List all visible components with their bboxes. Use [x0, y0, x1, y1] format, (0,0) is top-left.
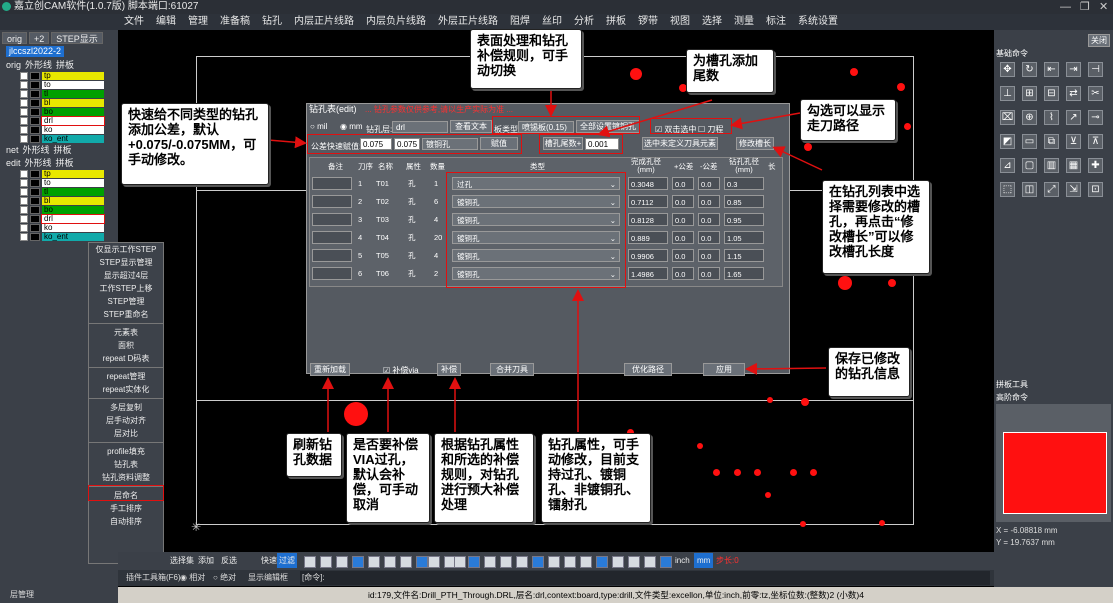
command-tool-icon[interactable]: ⬚ [1000, 182, 1015, 197]
toolbar-tool-icon[interactable] [336, 556, 348, 568]
toolbar-tool-icon[interactable] [454, 556, 466, 568]
command-tool-icon[interactable]: ▭ [1022, 134, 1037, 149]
basic-commands-header: 基础命令 [996, 49, 1028, 58]
toolbar-tool-icon[interactable] [532, 556, 544, 568]
plugin-toolbox-button[interactable]: 插件工具箱(F6) [126, 572, 181, 583]
command-tool-icon[interactable]: ⇲ [1066, 182, 1081, 197]
absolute-radio[interactable]: ○ 绝对 [213, 572, 236, 583]
callout-apply: 保存已修改的钻孔信息 [828, 347, 910, 397]
command-tool-icon[interactable]: ⊼ [1088, 134, 1103, 149]
command-tool-icon[interactable]: ⊥ [1000, 86, 1015, 101]
command-tool-icon[interactable]: ⇤ [1044, 62, 1059, 77]
toolbar-tool-icon[interactable] [516, 556, 528, 568]
command-tool-icon[interactable]: ⊕ [1022, 110, 1037, 125]
absolute-label: 绝对 [220, 573, 237, 582]
command-tool-icon[interactable]: ⌧ [1000, 110, 1015, 125]
step-size: 步长:0 [716, 556, 739, 565]
toolbar-tool-icon[interactable] [352, 556, 364, 568]
toolbar-tool-icon[interactable] [368, 556, 380, 568]
fast-button[interactable]: 快速 [261, 553, 277, 568]
command-tool-icon[interactable]: ⌇ [1044, 110, 1059, 125]
command-bar: 插件工具箱(F6) ◉ 相对 ○ 绝对 显示编辑框 [命令]: [118, 570, 994, 586]
toolbar-tool-icon[interactable] [384, 556, 396, 568]
mini-preview[interactable] [1003, 432, 1107, 514]
toolbar-tool-icon[interactable] [580, 556, 592, 568]
select-set-button[interactable]: 选择集 [170, 553, 194, 568]
toolbar-tool-icon[interactable] [400, 556, 412, 568]
command-tool-icon[interactable]: ◫ [1022, 182, 1037, 197]
command-tool-icon[interactable]: ▦ [1066, 158, 1081, 173]
toolbar-tool-icon[interactable] [416, 556, 428, 568]
callout-slot-tail: 为槽孔添加尾数 [686, 49, 774, 93]
command-tool-icon[interactable]: ▥ [1044, 158, 1059, 173]
callout-slot-length: 在钻孔列表中选择需要修改的槽孔，再点击“修改槽长”可以修改槽孔长度 [822, 180, 930, 274]
invert-button[interactable]: 反选 [221, 553, 237, 568]
callout-tolerance: 快速给不同类型的钻孔添加公差，默认+0.075/-0.075MM，可手动修改。 [121, 103, 269, 185]
toolbar-tool-icon[interactable] [428, 556, 440, 568]
command-tool-icon[interactable]: ▢ [1022, 158, 1037, 173]
toolbar-tool-icon[interactable] [564, 556, 576, 568]
command-tool-icon[interactable]: ✂ [1088, 86, 1103, 101]
toolbar-tool-icon[interactable] [612, 556, 624, 568]
command-tool-icon[interactable]: ✥ [1000, 62, 1015, 77]
toolbar-tool-icon[interactable] [596, 556, 608, 568]
command-input[interactable]: [命令]: [300, 571, 990, 585]
panel-tools-header: 拼板工具 [996, 380, 1028, 389]
callout-comp-via: 是否要补偿VIA过孔，默认会补偿，可手动取消 [346, 433, 430, 523]
command-tool-icon[interactable]: ⊣ [1088, 62, 1103, 77]
command-tool-icon[interactable]: ⊞ [1022, 86, 1037, 101]
toolbar-tool-icon[interactable] [660, 556, 672, 568]
toolbar-tool-icon[interactable] [320, 556, 332, 568]
toolbar-tool-icon[interactable] [548, 556, 560, 568]
command-tool-icon[interactable]: ⤢ [1044, 182, 1059, 197]
filter-button[interactable]: 过滤 [277, 553, 297, 568]
relative-radio[interactable]: ◉ 相对 [180, 572, 205, 583]
coord-x: X = -6.08818 mm [996, 526, 1058, 535]
callout-compensate: 根据钻孔属性和所选的补偿规则，对钻孔进行预大补偿处理 [434, 433, 534, 523]
toolbar-tool-icon[interactable] [644, 556, 656, 568]
toolbar-tool-icon[interactable] [304, 556, 316, 568]
mm-button[interactable]: mm [694, 553, 714, 568]
command-tool-icon[interactable]: ⊻ [1066, 134, 1081, 149]
callout-board-type: 表面处理和钻孔补偿规则，可手动切换 [470, 29, 582, 89]
command-tool-icon[interactable]: ⊡ [1088, 182, 1103, 197]
command-tool-icon[interactable]: ↗ [1066, 110, 1081, 125]
command-tool-icon[interactable]: ⇥ [1066, 62, 1081, 77]
toolbar-tool-icon[interactable] [500, 556, 512, 568]
command-tool-icon[interactable]: ⇄ [1066, 86, 1081, 101]
callout-hole-type: 钻孔属性，可手动修改，目前支持过孔、镀铜孔、非镀铜孔、镭射孔 [541, 433, 651, 523]
coord-y: Y = 19.7637 mm [996, 538, 1055, 547]
toolbar-tool-icon[interactable] [628, 556, 640, 568]
command-tool-icon[interactable]: ⧉ [1044, 134, 1059, 149]
command-tool-icon[interactable]: ⊟ [1044, 86, 1059, 101]
close-panel-button[interactable]: 关闭 [1088, 34, 1110, 47]
relative-label: 相对 [189, 573, 206, 582]
inch-button[interactable]: inch [675, 553, 690, 568]
layer-manager-tab[interactable]: 层管理 [0, 587, 118, 603]
command-tool-icon[interactable]: ⊿ [1000, 158, 1015, 173]
toolbar-tool-icon[interactable] [468, 556, 480, 568]
status-bar: id:179,文件名:Drill_PTH_Through.DRL,层名:drl,… [118, 587, 1113, 603]
show-edit-box-button[interactable]: 显示编辑框 [248, 572, 288, 583]
advanced-commands-header: 高阶命令 [996, 393, 1028, 402]
callout-reload: 刷新钻孔数据 [286, 433, 342, 477]
callout-knife-path: 勾选可以显示走刀路径 [800, 99, 896, 141]
command-tool-icon[interactable]: ✚ [1088, 158, 1103, 173]
add-button[interactable]: 添加 [198, 553, 214, 568]
command-tool-icon[interactable]: ◩ [1000, 134, 1015, 149]
toolbar-tool-icon[interactable] [484, 556, 496, 568]
command-tool-icon[interactable]: ↻ [1022, 62, 1037, 77]
command-tool-icon[interactable]: ⊸ [1088, 110, 1103, 125]
